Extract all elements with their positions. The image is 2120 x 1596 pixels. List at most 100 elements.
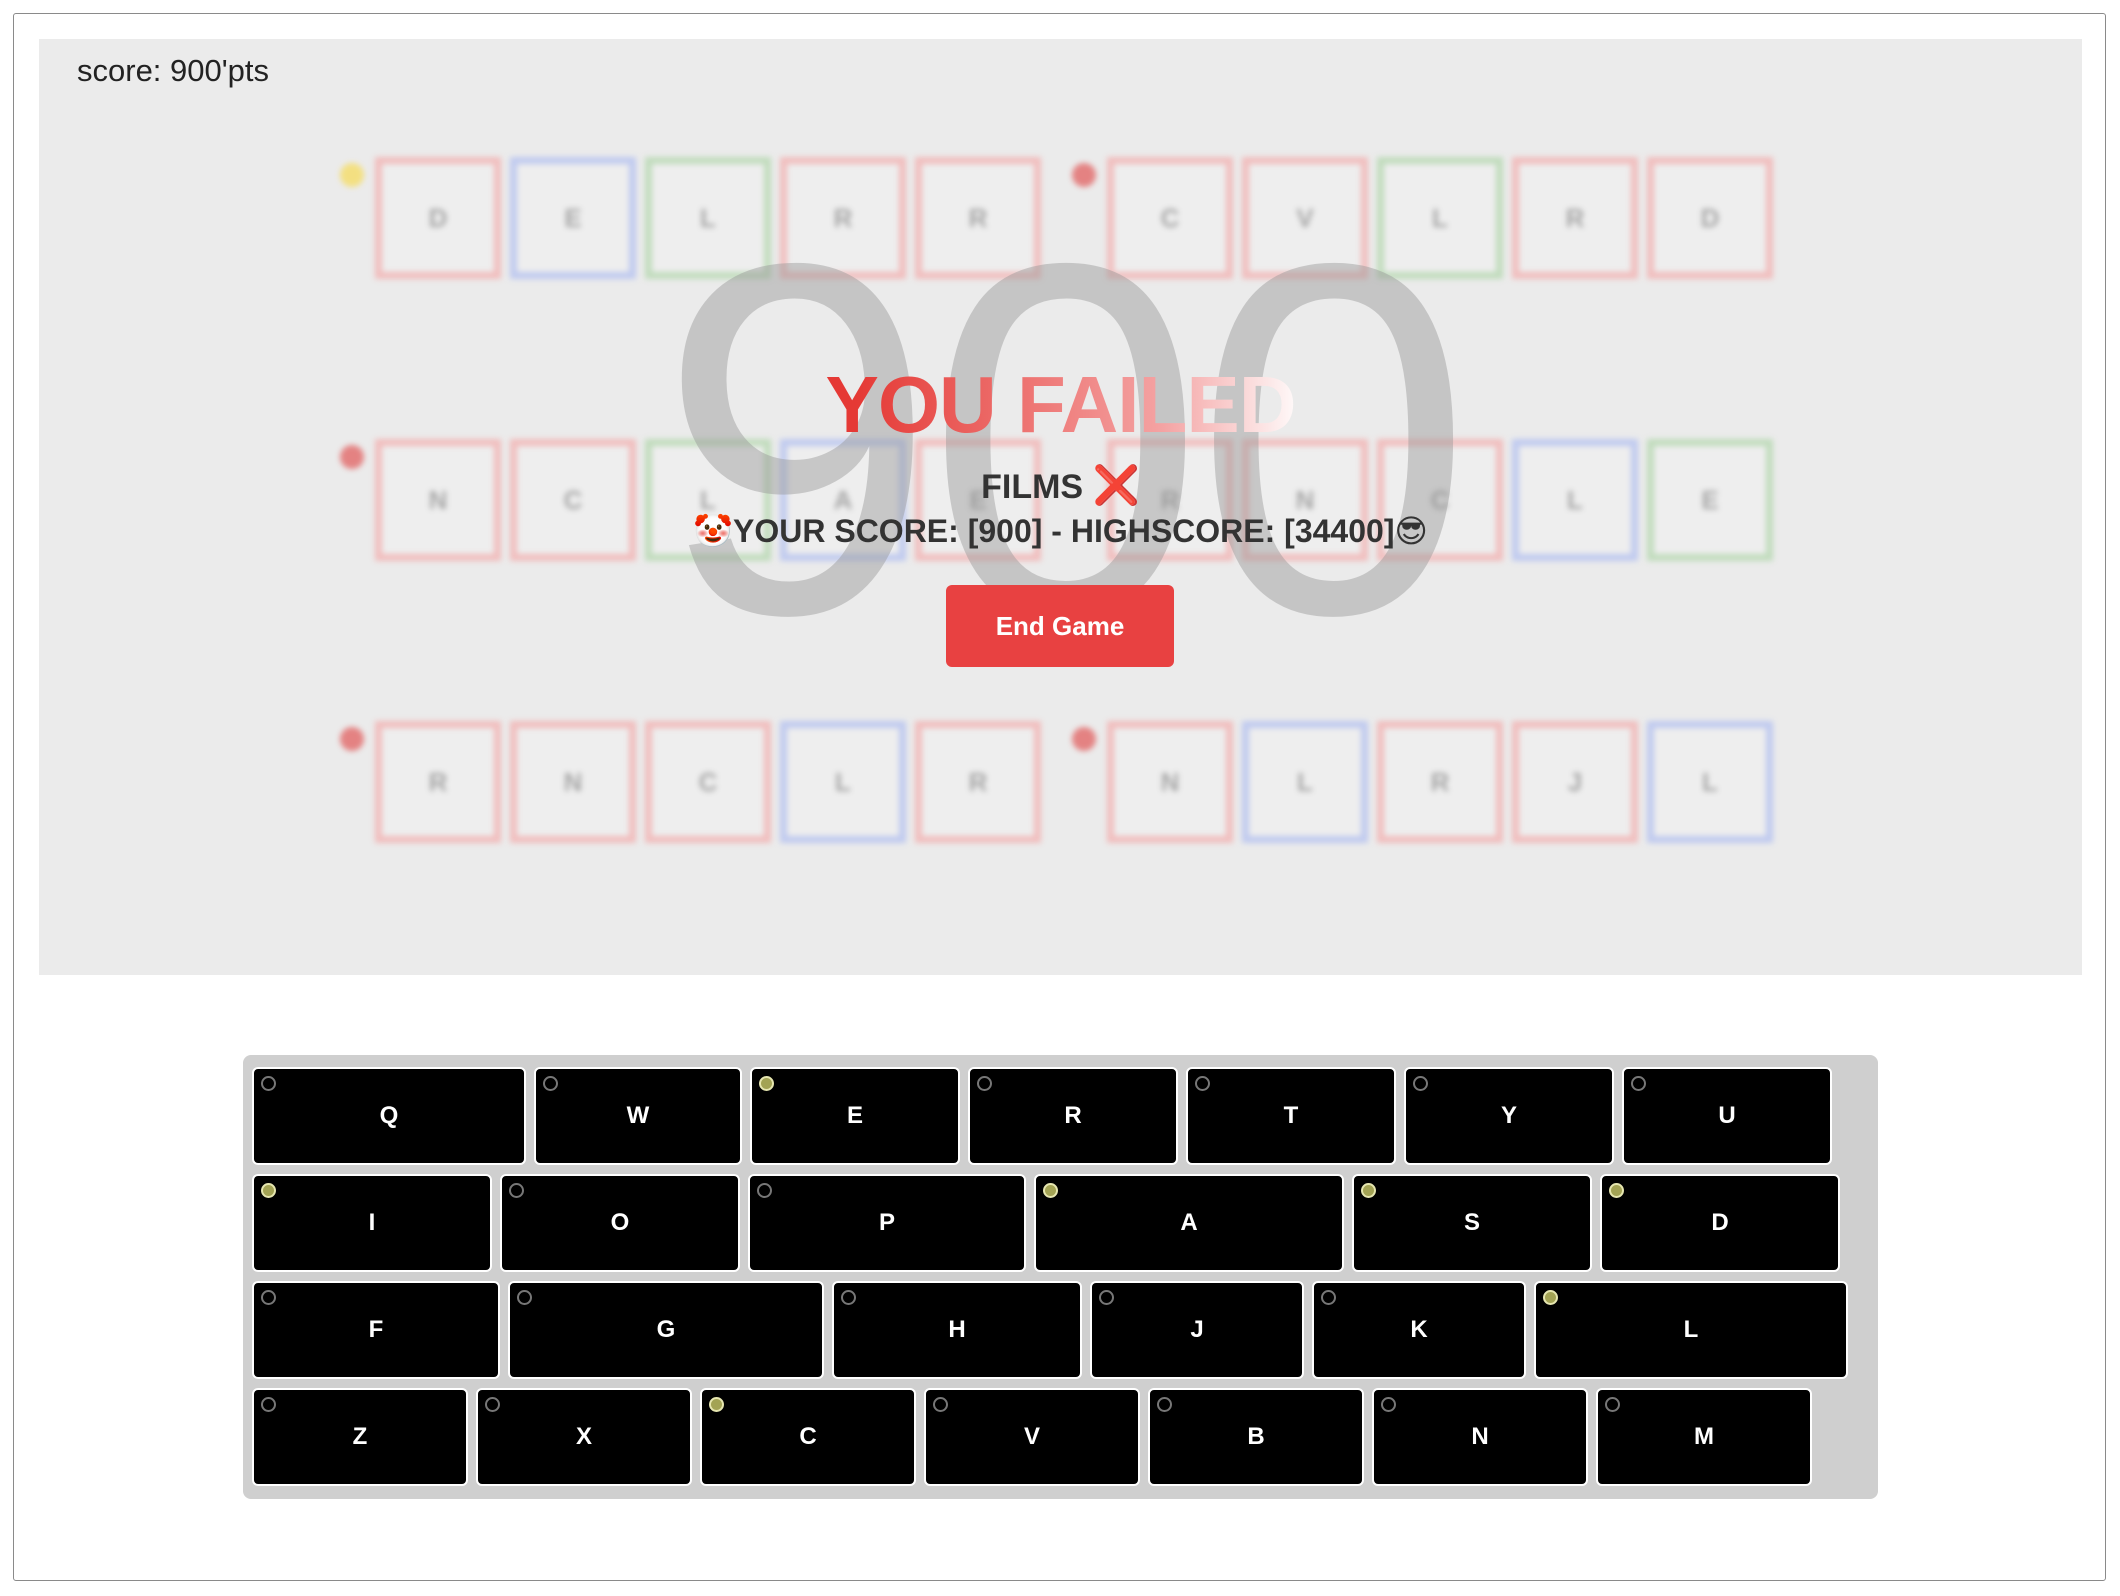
key-indicator-icon <box>1157 1397 1172 1412</box>
key-indicator-icon <box>1099 1290 1114 1305</box>
score-summary: 🤡YOUR SCORE: [900] - HIGHSCORE: [34400]😎 <box>693 513 1428 549</box>
key-label: Q <box>379 1102 399 1129</box>
letter-tile: N <box>1107 721 1233 843</box>
letter-tile: N <box>510 721 636 843</box>
key-e[interactable]: E <box>750 1067 960 1165</box>
key-indicator-icon <box>261 1076 276 1091</box>
key-label: P <box>878 1209 895 1236</box>
key-label: N <box>1471 1423 1489 1450</box>
key-label: J <box>1190 1316 1204 1343</box>
key-indicator-icon <box>1195 1076 1210 1091</box>
letter-tile: R <box>915 721 1041 843</box>
key-i[interactable]: I <box>252 1174 492 1272</box>
letter-tile: J <box>1512 721 1638 843</box>
key-indicator-icon <box>977 1076 992 1091</box>
key-p[interactable]: P <box>748 1174 1026 1272</box>
word-status-dot <box>340 163 364 187</box>
key-x[interactable]: X <box>476 1388 692 1486</box>
key-j[interactable]: J <box>1090 1281 1304 1379</box>
key-indicator-icon <box>509 1183 524 1198</box>
category-line: FILMS ❌ <box>39 464 2082 508</box>
letter-tile: L <box>780 721 906 843</box>
key-indicator-icon <box>517 1290 532 1305</box>
key-indicator-icon <box>759 1076 774 1091</box>
key-t[interactable]: T <box>1186 1067 1396 1165</box>
key-f[interactable]: F <box>252 1281 500 1379</box>
key-s[interactable]: S <box>1352 1174 1592 1272</box>
key-label: Z <box>352 1423 368 1450</box>
category-label: FILMS <box>981 468 1084 506</box>
key-q[interactable]: Q <box>252 1067 526 1165</box>
key-label: K <box>1410 1316 1428 1343</box>
key-label: F <box>368 1316 384 1343</box>
key-indicator-icon <box>1381 1397 1396 1412</box>
score-label: score: 900'pts <box>77 53 270 88</box>
key-label: X <box>575 1423 592 1450</box>
key-u[interactable]: U <box>1622 1067 1832 1165</box>
key-label: I <box>368 1209 376 1236</box>
game-board: DELRRCVLRDNCLAERNCLERNCLRNLRJL 900 score… <box>39 39 2082 975</box>
fail-title: YOU FAILED <box>39 359 2082 451</box>
letter-tile: L <box>1242 721 1368 843</box>
key-d[interactable]: D <box>1600 1174 1840 1272</box>
word-status-dot <box>340 727 364 751</box>
word-status-dot <box>1072 727 1096 751</box>
key-label: W <box>626 1102 650 1129</box>
key-indicator-icon <box>261 1183 276 1198</box>
key-indicator-icon <box>1361 1183 1376 1198</box>
key-label: V <box>1023 1423 1040 1450</box>
letter-tile: R <box>375 721 501 843</box>
key-indicator-icon <box>709 1397 724 1412</box>
on-screen-keyboard: Q W E R T Y U I O P A S D F G H J K L Z X C V B N M <box>243 1055 1878 1499</box>
key-label: D <box>1711 1209 1729 1236</box>
key-label: H <box>948 1316 966 1343</box>
key-l[interactable]: L <box>1534 1281 1848 1379</box>
key-g[interactable]: G <box>508 1281 824 1379</box>
key-w[interactable]: W <box>534 1067 742 1165</box>
key-label: M <box>1694 1423 1714 1450</box>
key-label: L <box>1683 1316 1699 1343</box>
key-y[interactable]: Y <box>1404 1067 1614 1165</box>
key-indicator-icon <box>1631 1076 1646 1091</box>
key-label: S <box>1463 1209 1480 1236</box>
key-n[interactable]: N <box>1372 1388 1588 1486</box>
key-r[interactable]: R <box>968 1067 1178 1165</box>
key-label: R <box>1064 1102 1082 1129</box>
key-c[interactable]: C <box>700 1388 916 1486</box>
key-z[interactable]: Z <box>252 1388 468 1486</box>
letter-tile: L <box>1647 721 1773 843</box>
key-o[interactable]: O <box>500 1174 740 1272</box>
key-b[interactable]: B <box>1148 1388 1364 1486</box>
key-indicator-icon <box>1605 1397 1620 1412</box>
key-indicator-icon <box>757 1183 772 1198</box>
key-v[interactable]: V <box>924 1388 1140 1486</box>
key-indicator-icon <box>1543 1290 1558 1305</box>
key-label: O <box>610 1209 630 1236</box>
key-indicator-icon <box>261 1397 276 1412</box>
failed-x-icon: ❌ <box>1092 465 1140 507</box>
key-label: G <box>656 1316 676 1343</box>
key-indicator-icon <box>543 1076 558 1091</box>
key-label: B <box>1247 1423 1265 1450</box>
key-indicator-icon <box>485 1397 500 1412</box>
key-indicator-icon <box>841 1290 856 1305</box>
key-m[interactable]: M <box>1596 1388 1812 1486</box>
key-h[interactable]: H <box>832 1281 1082 1379</box>
key-indicator-icon <box>1321 1290 1336 1305</box>
end-game-button[interactable]: End Game <box>946 585 1174 667</box>
letter-tile: R <box>1377 721 1503 843</box>
key-label: E <box>846 1102 863 1129</box>
key-indicator-icon <box>1413 1076 1428 1091</box>
key-label: U <box>1718 1102 1736 1129</box>
key-indicator-icon <box>933 1397 948 1412</box>
key-label: A <box>1180 1209 1198 1236</box>
key-a[interactable]: A <box>1034 1174 1344 1272</box>
key-label: T <box>1283 1102 1299 1129</box>
key-indicator-icon <box>1043 1183 1058 1198</box>
key-k[interactable]: K <box>1312 1281 1526 1379</box>
letter-tile: C <box>645 721 771 843</box>
key-label: C <box>799 1423 817 1450</box>
key-indicator-icon <box>1609 1183 1624 1198</box>
key-indicator-icon <box>261 1290 276 1305</box>
key-label: Y <box>1500 1102 1517 1129</box>
